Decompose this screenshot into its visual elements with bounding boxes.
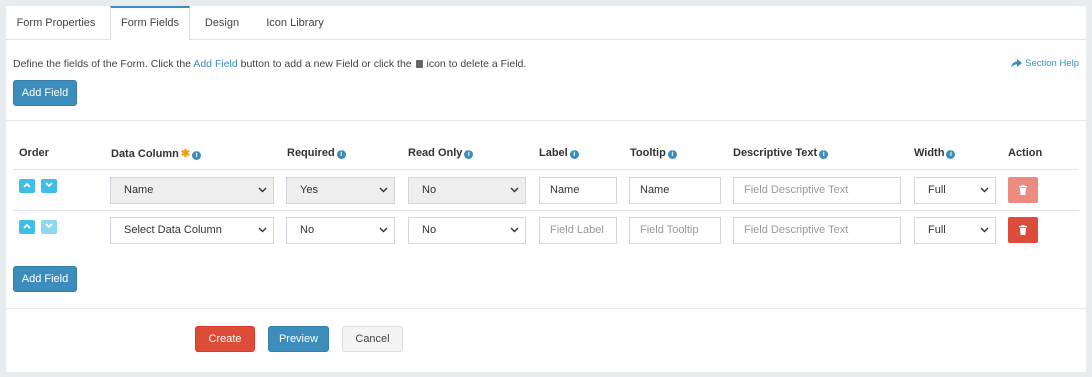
info-icon[interactable]: i [819, 150, 829, 159]
move-down-button[interactable] [41, 220, 57, 234]
create-button[interactable]: Create [195, 326, 255, 352]
info-icon[interactable]: i [667, 150, 677, 159]
read-only-value: No [422, 184, 437, 196]
share-arrow-icon [1011, 59, 1023, 68]
add-field-link[interactable]: Add Field [193, 58, 237, 70]
tab-design[interactable]: Design [194, 6, 250, 40]
trash-icon [1019, 225, 1027, 235]
tab-form-properties[interactable]: Form Properties [6, 6, 106, 40]
col-descriptive-header: Descriptive Text i [733, 147, 829, 159]
divider [6, 308, 1086, 309]
col-required-header: Required i [287, 147, 346, 159]
chevron-down-icon [510, 227, 519, 233]
label-field[interactable]: Field Label [539, 217, 617, 244]
tooltip-field[interactable]: Field Tooltip [629, 217, 721, 244]
chevron-down-icon [379, 227, 388, 233]
chevron-up-icon [23, 182, 31, 188]
col-action-header: Action [1008, 147, 1043, 159]
add-field-button-bottom[interactable]: Add Field [13, 266, 77, 292]
col-data-column-label: Data Column [111, 148, 179, 160]
col-read-only-label: Read Only [408, 147, 463, 159]
move-down-button[interactable] [41, 179, 57, 193]
chevron-up-icon [23, 223, 31, 229]
tab-bar: Form Properties Form Fields Design Icon … [6, 6, 1086, 41]
required-star-icon: ✱ [180, 148, 191, 160]
chevron-down-icon [510, 187, 519, 193]
col-width-label: Width [914, 147, 945, 159]
col-tooltip-label: Tooltip [630, 147, 666, 159]
intro-part3: icon to delete a Field. [426, 58, 527, 70]
col-descriptive-label: Descriptive Text [733, 147, 818, 159]
tooltip-field[interactable]: Name [629, 177, 721, 204]
required-select[interactable]: Yes [286, 177, 395, 204]
data-column-value: Select Data Column [124, 224, 222, 236]
col-order-header: Order [19, 147, 49, 159]
section-help-label: Section Help [1025, 58, 1079, 69]
move-up-button[interactable] [19, 220, 35, 234]
trash-icon [415, 60, 423, 68]
col-read-only-header: Read Only i [408, 147, 474, 159]
data-column-value: Name [124, 184, 154, 196]
form-panel: Form Properties Form Fields Design Icon … [6, 6, 1086, 372]
col-label-label: Label [539, 147, 568, 159]
tab-icon-library[interactable]: Icon Library [254, 6, 336, 40]
col-data-column-header: Data Column ✱ i [111, 147, 202, 160]
width-select[interactable]: Full [914, 217, 996, 244]
chevron-down-icon [258, 187, 267, 193]
preview-button[interactable]: Preview [268, 326, 329, 352]
width-select[interactable]: Full [914, 177, 996, 204]
width-value: Full [928, 184, 946, 196]
descriptive-text-field[interactable]: Field Descriptive Text [733, 217, 901, 244]
info-icon[interactable]: i [192, 151, 202, 160]
move-up-button[interactable] [19, 179, 35, 193]
delete-field-button[interactable] [1008, 217, 1038, 243]
row-divider [13, 210, 1079, 211]
add-field-button-top[interactable]: Add Field [13, 80, 77, 106]
info-icon[interactable]: i [336, 150, 346, 159]
chevron-down-icon [258, 227, 267, 233]
label-field[interactable]: Name [539, 177, 617, 204]
read-only-select[interactable]: No [408, 177, 526, 204]
info-icon[interactable]: i [464, 150, 474, 159]
delete-field-button[interactable] [1008, 177, 1038, 203]
chevron-down-icon [45, 223, 53, 229]
info-icon[interactable]: i [946, 150, 956, 159]
chevron-down-icon [45, 182, 53, 188]
chevron-down-icon [980, 187, 989, 193]
tab-form-fields[interactable]: Form Fields [110, 6, 190, 41]
read-only-value: No [422, 224, 437, 236]
chevron-down-icon [379, 187, 388, 193]
chevron-down-icon [980, 227, 989, 233]
col-width-header: Width i [914, 147, 956, 159]
required-value: Yes [300, 184, 318, 196]
divider [6, 120, 1086, 121]
descriptive-text-field[interactable]: Field Descriptive Text [733, 177, 901, 204]
row-divider [13, 169, 1079, 170]
intro-part1: Define the fields of the Form. Click the [13, 58, 191, 70]
col-required-label: Required [287, 147, 335, 159]
width-value: Full [928, 224, 946, 236]
intro-text: Define the fields of the Form. Click the… [13, 58, 526, 70]
col-label-header: Label i [539, 147, 579, 159]
col-tooltip-header: Tooltip i [630, 147, 677, 159]
required-select[interactable]: No [286, 217, 395, 244]
data-column-select[interactable]: Select Data Column [110, 217, 274, 244]
read-only-select[interactable]: No [408, 217, 526, 244]
required-value: No [300, 224, 315, 236]
info-icon[interactable]: i [569, 150, 579, 159]
cancel-button[interactable]: Cancel [342, 326, 403, 352]
section-help-link[interactable]: Section Help [1011, 58, 1079, 69]
intro-part2: button to add a new Field or click the [240, 58, 412, 70]
data-column-select[interactable]: Name [110, 177, 274, 204]
trash-icon [1019, 185, 1027, 195]
